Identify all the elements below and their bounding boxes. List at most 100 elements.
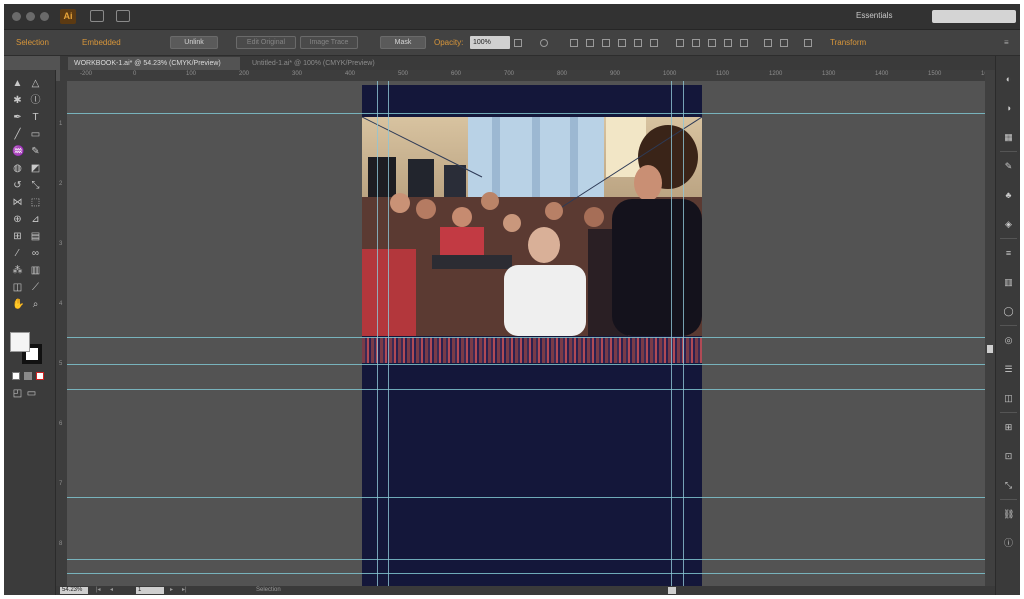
stroke-icon[interactable]: ≡ — [1003, 248, 1014, 259]
direct-selection-tool-icon[interactable]: △ — [30, 78, 41, 89]
vertical-ruler[interactable]: 1 2 3 4 5 6 7 8 — [56, 81, 67, 586]
horizontal-scroll-thumb[interactable] — [668, 587, 676, 594]
guide-horizontal[interactable] — [67, 573, 1000, 574]
canvas-area[interactable] — [67, 81, 1000, 586]
default-fill-stroke-icon[interactable] — [12, 372, 20, 380]
unlink-button[interactable]: Unlink — [170, 36, 218, 49]
status-text[interactable]: Selection — [256, 586, 281, 595]
guide-vertical[interactable] — [683, 81, 684, 586]
artboard-number-field[interactable]: 1 — [136, 587, 164, 594]
distribute-middle-icon[interactable] — [692, 39, 700, 47]
last-artboard-icon[interactable]: ▸| — [182, 586, 187, 595]
type-tool-icon[interactable]: T — [30, 112, 41, 123]
eyedropper-tool-icon[interactable]: ⁄ — [12, 248, 23, 259]
transform-icon[interactable]: ⤡ — [1003, 480, 1014, 491]
selection-tool-icon[interactable]: ▲ — [12, 78, 23, 89]
rectangle-tool-icon[interactable]: ▭ — [30, 129, 41, 140]
vertical-scroll-thumb[interactable] — [987, 345, 993, 353]
rotate-tool-icon[interactable]: ↺ — [12, 180, 23, 191]
guide-horizontal[interactable] — [67, 337, 1000, 338]
symbol-sprayer-tool-icon[interactable]: ⁂ — [12, 265, 23, 276]
line-tool-icon[interactable]: ╱ — [12, 129, 23, 140]
guide-horizontal[interactable] — [67, 389, 1000, 390]
brushes-icon[interactable]: ✎ — [1003, 161, 1014, 172]
decorative-dot-strip[interactable] — [362, 337, 702, 363]
scale-tool-icon[interactable]: ⤡ — [30, 180, 41, 191]
next-artboard-icon[interactable]: ▸ — [170, 586, 173, 595]
align-icon[interactable]: ⊞ — [1003, 422, 1014, 433]
align-bottom-icon[interactable] — [650, 39, 658, 47]
guide-horizontal[interactable] — [67, 497, 1000, 498]
minimize-window-icon[interactable] — [26, 12, 35, 21]
tab-untitled[interactable]: Untitled-1.ai* @ 100% (CMYK/Preview) — [246, 57, 426, 70]
align-right-icon[interactable] — [602, 39, 610, 47]
search-input[interactable] — [932, 10, 1016, 23]
paintbrush-tool-icon[interactable]: ♒ — [12, 146, 24, 157]
draw-mode-icon[interactable]: ◰ — [12, 388, 23, 399]
gradient-icon[interactable]: ▥ — [1003, 277, 1014, 288]
gradient-tool-icon[interactable]: ▤ — [30, 231, 41, 242]
panel-menu-icon[interactable]: ≡ — [1004, 39, 1012, 47]
image-trace-button[interactable]: Image Trace — [300, 36, 358, 49]
eraser-tool-icon[interactable]: ◩ — [30, 163, 41, 174]
pathfinder-icon[interactable]: ⊡ — [1003, 451, 1014, 462]
blob-brush-tool-icon[interactable]: ◍ — [12, 163, 23, 174]
guide-vertical[interactable] — [388, 81, 389, 586]
layers-icon[interactable]: ☰ — [1003, 364, 1014, 375]
guide-horizontal[interactable] — [67, 113, 1000, 114]
placed-photo[interactable] — [362, 117, 702, 336]
appearance-icon[interactable]: ◎ — [1003, 335, 1014, 346]
arrange-documents-icon[interactable] — [116, 10, 130, 22]
edit-original-button[interactable]: Edit Original — [236, 36, 296, 49]
align-top-icon[interactable] — [618, 39, 626, 47]
guide-horizontal[interactable] — [67, 364, 1000, 365]
align-to-icon[interactable] — [780, 39, 788, 47]
symbols-icon[interactable]: ♣ — [1003, 190, 1014, 201]
artboards-icon[interactable]: ◫ — [1003, 393, 1014, 404]
graphic-styles-icon[interactable]: ◈ — [1003, 219, 1014, 230]
magic-wand-tool-icon[interactable]: ✱ — [12, 95, 23, 106]
color-guide-icon[interactable]: ◑ — [1003, 103, 1014, 114]
links-icon[interactable]: ⛓ — [1003, 509, 1014, 520]
maximize-window-icon[interactable] — [40, 12, 49, 21]
color-panel-icon[interactable]: ◐ — [1003, 74, 1014, 85]
screen-mode-icon[interactable]: ▭ — [26, 388, 37, 399]
pen-tool-icon[interactable]: ✒ — [12, 112, 23, 123]
shape-builder-tool-icon[interactable]: ⊕ — [12, 214, 23, 225]
horizontal-ruler[interactable]: -200 0 100 200 300 400 500 600 700 800 900 1000 1100… — [60, 70, 1000, 81]
previous-artboard-icon[interactable]: ◂ — [110, 586, 113, 595]
zoom-field[interactable]: 54.23% — [60, 587, 88, 594]
width-tool-icon[interactable]: ⋈ — [12, 197, 23, 208]
first-artboard-icon[interactable]: |◂ — [96, 586, 101, 595]
opacity-dropdown-icon[interactable] — [514, 39, 522, 47]
recolor-artwork-icon[interactable] — [540, 39, 548, 47]
slice-tool-icon[interactable]: ⟋ — [30, 282, 41, 293]
isolate-icon[interactable] — [804, 39, 812, 47]
distribute-center-icon[interactable] — [740, 39, 748, 47]
column-graph-tool-icon[interactable]: ▥ — [30, 265, 41, 276]
distribute-right-icon[interactable] — [764, 39, 772, 47]
fill-swatch[interactable] — [10, 332, 30, 352]
opacity-field[interactable]: 100% — [470, 36, 510, 49]
distribute-bottom-icon[interactable] — [708, 39, 716, 47]
blend-tool-icon[interactable]: ∞ — [30, 248, 41, 259]
guide-vertical[interactable] — [377, 81, 378, 586]
bridge-icon[interactable] — [90, 10, 104, 22]
lasso-tool-icon[interactable]: ⓛ — [30, 95, 41, 106]
none-swatch-icon[interactable] — [36, 372, 44, 380]
artboard-tool-icon[interactable]: ◫ — [12, 282, 23, 293]
distribute-left-icon[interactable] — [724, 39, 732, 47]
transparency-icon[interactable]: ◯ — [1003, 306, 1014, 317]
workspace-switcher[interactable]: Essentials — [856, 11, 892, 20]
close-window-icon[interactable] — [12, 12, 21, 21]
info-icon[interactable]: ⓘ — [1003, 538, 1014, 549]
align-middle-icon[interactable] — [634, 39, 642, 47]
zoom-tool-icon[interactable]: ⌕ — [30, 299, 41, 310]
transform-link[interactable]: Transform — [830, 38, 866, 47]
align-left-icon[interactable] — [570, 39, 578, 47]
mask-button[interactable]: Mask — [380, 36, 426, 49]
vertical-scrollbar[interactable] — [985, 70, 995, 586]
gradient-swatch-icon[interactable] — [24, 372, 32, 380]
perspective-grid-tool-icon[interactable]: ⊿ — [30, 214, 41, 225]
distribute-top-icon[interactable] — [676, 39, 684, 47]
